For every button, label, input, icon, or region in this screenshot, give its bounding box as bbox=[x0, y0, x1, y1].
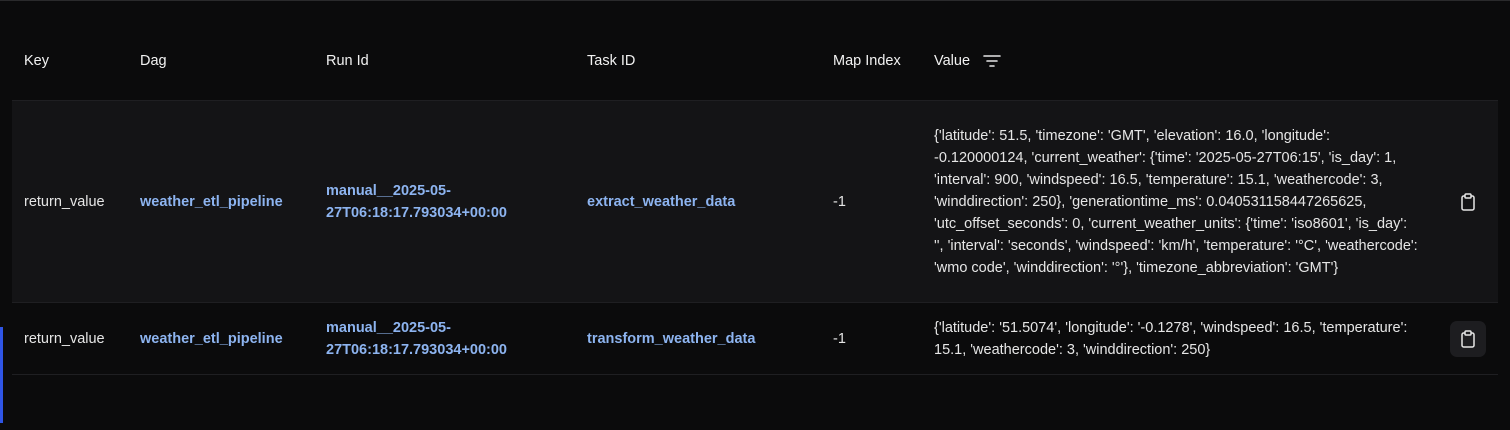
cell-value: {'latitude': '51.5074', 'longitude': '-0… bbox=[934, 319, 1408, 358]
dag-link[interactable]: weather_etl_pipeline bbox=[140, 194, 283, 210]
table-row: return_value weather_etl_pipeline manual… bbox=[12, 100, 1498, 303]
copy-value-button[interactable] bbox=[1450, 184, 1486, 220]
clipboard-icon bbox=[1461, 329, 1475, 348]
column-header-key[interactable]: Key bbox=[12, 21, 128, 101]
clipboard-icon bbox=[1461, 192, 1475, 211]
table-header-row: Key Dag Run Id Task ID Map Index Value bbox=[12, 21, 1498, 101]
run-id-link[interactable]: manual__2025-05-27T06:18:17.793034+00:00 bbox=[326, 183, 507, 221]
xcom-page: Key Dag Run Id Task ID Map Index Value r… bbox=[0, 0, 1510, 430]
task-id-link[interactable]: extract_weather_data bbox=[587, 194, 735, 210]
xcom-table-container: Key Dag Run Id Task ID Map Index Value r… bbox=[12, 21, 1498, 375]
column-header-dag[interactable]: Dag bbox=[128, 21, 314, 101]
column-header-map-index[interactable]: Map Index bbox=[821, 21, 922, 101]
column-header-actions bbox=[1438, 21, 1498, 101]
run-id-link[interactable]: manual__2025-05-27T06:18:17.793034+00:00 bbox=[326, 320, 507, 358]
cell-key: return_value bbox=[12, 100, 128, 303]
cell-key: return_value bbox=[12, 302, 128, 375]
selected-row-indicator bbox=[0, 327, 3, 423]
column-header-run-id[interactable]: Run Id bbox=[314, 21, 575, 101]
filter-lines-icon[interactable] bbox=[982, 51, 1002, 71]
cell-map-index: -1 bbox=[821, 100, 922, 303]
column-header-value: Value bbox=[922, 21, 1438, 101]
copy-value-button[interactable] bbox=[1450, 320, 1486, 357]
cell-map-index: -1 bbox=[821, 302, 922, 375]
column-header-task-id[interactable]: Task ID bbox=[575, 21, 821, 101]
table-row: return_value weather_etl_pipeline manual… bbox=[12, 302, 1498, 375]
task-id-link[interactable]: transform_weather_data bbox=[587, 331, 755, 347]
cell-value: {'latitude': 51.5, 'timezone': 'GMT', 'e… bbox=[934, 127, 1418, 276]
column-header-value-label: Value bbox=[934, 52, 971, 69]
xcom-table: Key Dag Run Id Task ID Map Index Value r… bbox=[12, 21, 1498, 375]
dag-link[interactable]: weather_etl_pipeline bbox=[140, 331, 283, 347]
